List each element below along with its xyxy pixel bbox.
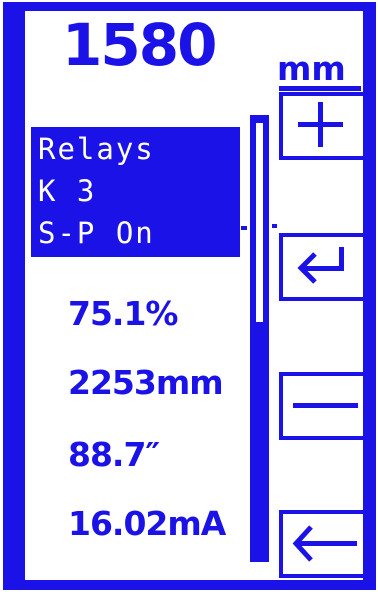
relay-number: K 3 <box>38 174 97 208</box>
enter-arrow-icon <box>297 247 344 284</box>
selection-tick-left <box>241 226 247 230</box>
minus-icon <box>293 403 358 408</box>
unit-underline <box>279 86 361 91</box>
scrollbar-thumb[interactable] <box>256 123 263 322</box>
plus-button[interactable] <box>279 92 363 160</box>
selection-tick-right <box>272 224 277 228</box>
frame-top-border <box>3 2 376 11</box>
lcd-display: 1580 mm Relays K 3 S-P On 75.1% 2253mm 8… <box>0 0 378 592</box>
frame-bottom-border <box>3 580 376 590</box>
plus-icon <box>298 102 343 147</box>
relays-title: Relays <box>38 132 155 166</box>
relay-setpoint-status: S-P On <box>38 216 155 250</box>
reading-current: 16.02mA <box>68 504 226 543</box>
frame-right-border <box>363 2 376 590</box>
main-unit: mm <box>277 49 346 88</box>
reading-mm: 2253mm <box>68 363 224 402</box>
back-button[interactable] <box>279 510 363 578</box>
frame-left-border <box>3 2 25 590</box>
scrollbar[interactable] <box>250 115 269 562</box>
minus-button[interactable] <box>279 372 363 440</box>
reading-percent: 75.1% <box>68 294 178 333</box>
main-value: 1580 <box>62 11 217 79</box>
left-arrow-icon <box>292 525 357 562</box>
relays-panel[interactable]: Relays K 3 S-P On <box>31 127 240 257</box>
enter-button[interactable] <box>279 233 363 301</box>
reading-inches: 88.7″ <box>68 435 160 474</box>
